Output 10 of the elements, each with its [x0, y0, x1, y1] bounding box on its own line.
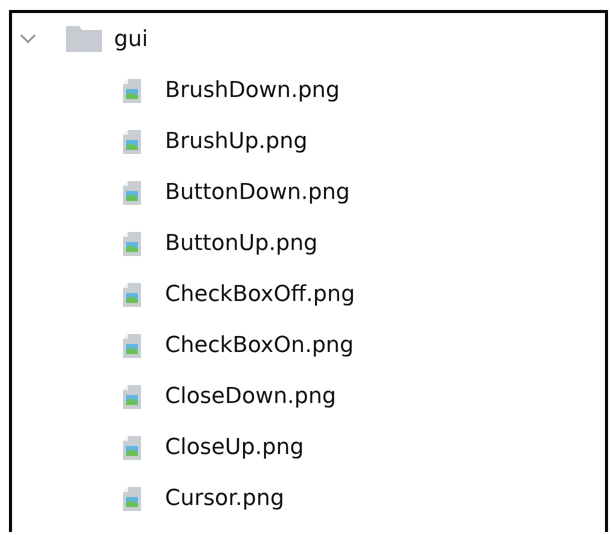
tree-item[interactable]: ButtonUp.png — [165, 231, 318, 256]
tree-item[interactable]: CloseUp.png — [165, 435, 304, 460]
tree-item[interactable]: Cursor.png — [165, 486, 284, 511]
tree-item[interactable]: CloseDown.png — [165, 384, 336, 409]
tree-item[interactable]: BrushDown.png — [165, 78, 340, 103]
tree-item[interactable]: BrushUp.png — [165, 129, 308, 154]
tree-item[interactable]: ButtonDown.png — [165, 180, 350, 205]
tree-item[interactable]: CheckBoxOn.png — [165, 333, 354, 358]
tree-item[interactable]: gui — [114, 26, 148, 52]
tree-item[interactable]: CheckBoxOff.png — [165, 282, 355, 307]
